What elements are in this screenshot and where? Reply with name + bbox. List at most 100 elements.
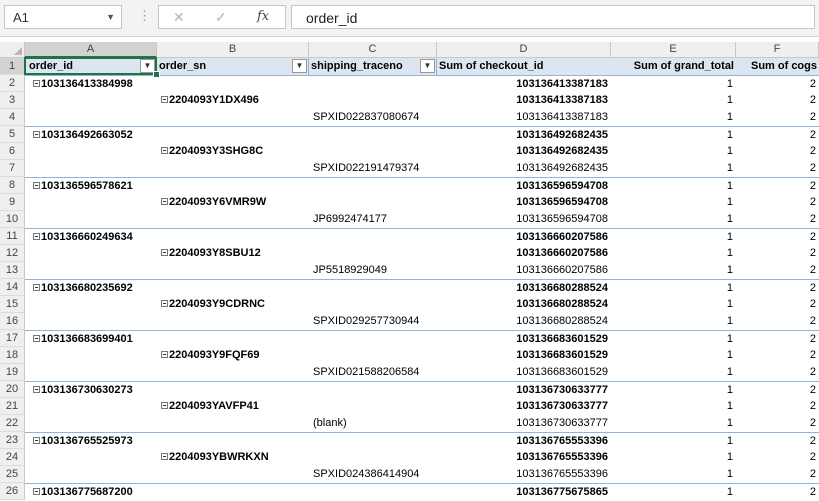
shipping-traceno-cell[interactable]: SPXID022191479374 (309, 160, 437, 177)
collapse-icon[interactable] (33, 488, 40, 495)
order-sn-cell[interactable]: 2204093Y8SBU12 (157, 245, 309, 262)
collapse-icon[interactable] (33, 284, 40, 291)
order-id-cell[interactable]: 103136683699401 (25, 331, 157, 348)
sum-checkout-id-cell[interactable]: 103136680288524 (437, 296, 611, 313)
sum-checkout-id-cell[interactable]: 103136683601529 (437, 331, 611, 348)
sum-grand-total-cell[interactable]: 1 (611, 466, 736, 483)
collapse-icon[interactable] (33, 386, 40, 393)
fill-handle[interactable] (153, 71, 160, 78)
collapse-icon[interactable] (161, 249, 168, 256)
sum-grand-total-cell[interactable]: 1 (611, 178, 736, 195)
row-header[interactable]: 23 (0, 432, 25, 449)
row-header[interactable]: 3 (0, 92, 25, 109)
collapse-icon[interactable] (33, 182, 40, 189)
sum-grand-total-cell[interactable]: 1 (611, 262, 736, 279)
row-header[interactable]: 4 (0, 109, 25, 126)
sum-checkout-id-cell[interactable]: 103136765553396 (437, 433, 611, 450)
sum-cogs-cell[interactable]: 2 (736, 449, 819, 466)
sum-cogs-cell[interactable]: 2 (736, 484, 819, 501)
sum-cogs-cell[interactable]: 2 (736, 109, 819, 126)
row-header[interactable]: 21 (0, 398, 25, 415)
sum-checkout-id-cell[interactable]: 103136413387183 (437, 76, 611, 93)
collapse-icon[interactable] (33, 131, 40, 138)
sum-grand-total-cell[interactable]: 1 (611, 449, 736, 466)
order-sn-cell[interactable]: 2204093Y9CDRNC (157, 296, 309, 313)
shipping-traceno-cell[interactable]: SPXID029257730944 (309, 313, 437, 330)
row-header[interactable]: 19 (0, 364, 25, 381)
collapse-icon[interactable] (161, 402, 168, 409)
filter-dropdown-icon[interactable]: ▼ (292, 59, 307, 73)
sum-checkout-id-cell[interactable]: 103136730633777 (437, 398, 611, 415)
sum-cogs-cell[interactable]: 2 (736, 211, 819, 228)
sum-checkout-id-cell[interactable]: 103136765553396 (437, 449, 611, 466)
sum-checkout-id-cell[interactable]: 103136413387183 (437, 92, 611, 109)
sum-checkout-id-cell[interactable]: 103136680288524 (437, 313, 611, 330)
order-id-cell[interactable]: 103136680235692 (25, 280, 157, 297)
sum-cogs-cell[interactable]: 2 (736, 415, 819, 432)
sum-cogs-cell[interactable]: 2 (736, 364, 819, 381)
sum-checkout-id-cell[interactable]: 103136492682435 (437, 127, 611, 144)
row-header[interactable]: 7 (0, 160, 25, 177)
row-header[interactable]: 25 (0, 466, 25, 483)
sum-cogs-cell[interactable]: 2 (736, 229, 819, 246)
collapse-icon[interactable] (33, 335, 40, 342)
sum-cogs-cell[interactable]: 2 (736, 382, 819, 399)
sum-grand-total-cell[interactable]: 1 (611, 160, 736, 177)
row-header[interactable]: 15 (0, 296, 25, 313)
sum-checkout-id-cell[interactable]: 103136683601529 (437, 347, 611, 364)
row-header[interactable]: 10 (0, 211, 25, 228)
drag-handle-icon[interactable]: ⋮ (138, 8, 151, 24)
order-sn-cell[interactable]: 2204093Y3SHG8C (157, 143, 309, 160)
sum-checkout-id-header[interactable]: Sum of checkout_id (437, 58, 611, 75)
sum-grand-total-cell[interactable]: 1 (611, 484, 736, 501)
row-header[interactable]: 6 (0, 143, 25, 160)
order-sn-cell[interactable]: 2204093Y9FQF69 (157, 347, 309, 364)
row-header[interactable]: 8 (0, 177, 25, 194)
column-header-d[interactable]: D (437, 42, 611, 58)
row-header[interactable]: 13 (0, 262, 25, 279)
sum-grand-total-cell[interactable]: 1 (611, 194, 736, 211)
sum-checkout-id-cell[interactable]: 103136413387183 (437, 109, 611, 126)
order-sn-cell[interactable]: 2204093YAVFP41 (157, 398, 309, 415)
sum-cogs-header[interactable]: Sum of cogs (736, 58, 819, 75)
row-header[interactable]: 5 (0, 126, 25, 143)
row-header[interactable]: 24 (0, 449, 25, 466)
sum-grand-total-header[interactable]: Sum of grand_total (611, 58, 736, 75)
shipping-traceno-header[interactable]: shipping_traceno ▼ (309, 58, 437, 75)
sum-cogs-cell[interactable]: 2 (736, 398, 819, 415)
order-id-cell[interactable]: 103136413384998 (25, 76, 157, 93)
order-sn-cell[interactable]: 2204093Y6VMR9W (157, 194, 309, 211)
sum-grand-total-cell[interactable]: 1 (611, 347, 736, 364)
filter-dropdown-icon[interactable]: ▼ (420, 59, 435, 73)
shipping-traceno-cell[interactable]: SPXID022837080674 (309, 109, 437, 126)
collapse-icon[interactable] (161, 300, 168, 307)
enter-icon[interactable]: ✓ (215, 9, 227, 26)
collapse-icon[interactable] (33, 80, 40, 87)
collapse-icon[interactable] (161, 198, 168, 205)
column-header-f[interactable]: F (736, 42, 819, 58)
collapse-icon[interactable] (33, 233, 40, 240)
sum-checkout-id-cell[interactable]: 103136683601529 (437, 364, 611, 381)
insert-function-icon[interactable]: fx (257, 9, 269, 24)
sum-grand-total-cell[interactable]: 1 (611, 109, 736, 126)
row-header[interactable]: 16 (0, 313, 25, 330)
sum-checkout-id-cell[interactable]: 103136596594708 (437, 178, 611, 195)
order-id-cell[interactable]: 103136765525973 (25, 433, 157, 450)
name-box[interactable]: A1 ▼ (4, 5, 122, 29)
column-header-b[interactable]: B (157, 42, 309, 58)
row-header[interactable]: 20 (0, 381, 25, 398)
order-sn-header[interactable]: order_sn ▼ (157, 58, 309, 75)
sum-checkout-id-cell[interactable]: 103136775675865 (437, 484, 611, 501)
column-header-c[interactable]: C (309, 42, 437, 58)
order-id-cell[interactable]: 103136660249634 (25, 229, 157, 246)
formula-input[interactable]: order_id (291, 5, 815, 29)
collapse-icon[interactable] (161, 147, 168, 154)
sum-checkout-id-cell[interactable]: 103136660207586 (437, 229, 611, 246)
sum-grand-total-cell[interactable]: 1 (611, 313, 736, 330)
sum-cogs-cell[interactable]: 2 (736, 280, 819, 297)
cancel-icon[interactable]: ✕ (173, 9, 185, 26)
sum-cogs-cell[interactable]: 2 (736, 160, 819, 177)
select-all-button[interactable] (0, 42, 25, 58)
sum-grand-total-cell[interactable]: 1 (611, 398, 736, 415)
sum-checkout-id-cell[interactable]: 103136765553396 (437, 466, 611, 483)
